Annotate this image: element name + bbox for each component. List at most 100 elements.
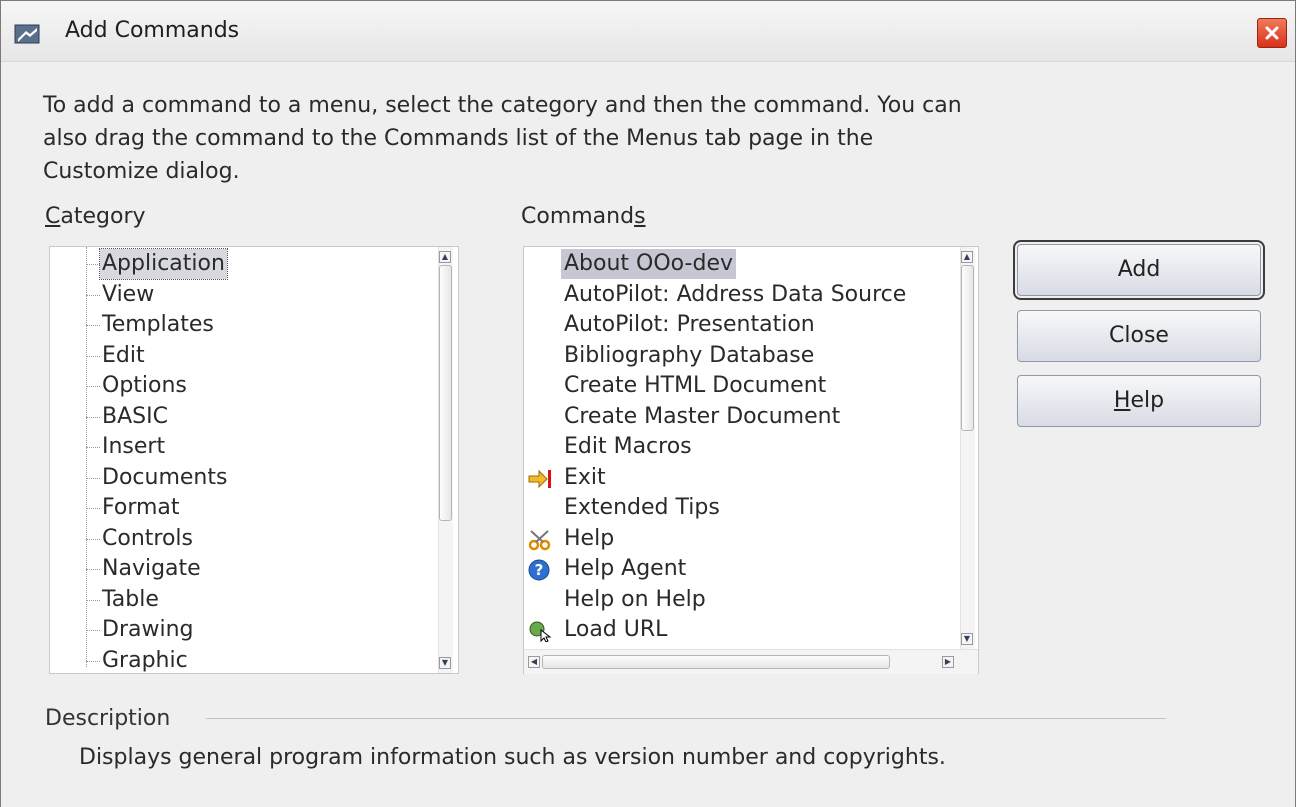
app-icon xyxy=(13,19,43,49)
description-divider xyxy=(206,718,1166,719)
tree-connector xyxy=(86,294,100,296)
tree-connector xyxy=(86,660,100,662)
window-title: Add Commands xyxy=(65,18,240,43)
category-item[interactable]: Controls xyxy=(50,524,450,554)
commands-vertical-scrollbar[interactable]: ▲ ▼ xyxy=(960,247,975,649)
category-item[interactable]: View xyxy=(50,280,450,310)
command-item[interactable]: Help on Help xyxy=(524,585,960,615)
command-item[interactable]: Help xyxy=(524,524,960,554)
category-item[interactable]: Templates xyxy=(50,310,450,340)
category-vertical-scrollbar[interactable]: ▲ ▼ xyxy=(438,247,453,673)
tree-connector xyxy=(86,386,100,387)
command-item[interactable]: Load URL xyxy=(524,615,960,645)
scroll-up-icon[interactable]: ▲ xyxy=(439,251,451,263)
category-item[interactable]: Options xyxy=(50,371,450,401)
category-item-label: Insert xyxy=(102,434,166,459)
category-item[interactable]: Documents xyxy=(50,463,450,493)
category-label: Category xyxy=(45,204,146,229)
tree-connector xyxy=(86,630,100,631)
add-commands-dialog: Add Commands To add a command to a menu,… xyxy=(0,0,1296,807)
tree-connector xyxy=(86,355,100,357)
category-item[interactable]: Table xyxy=(50,585,450,615)
command-item[interactable]: Create HTML Document xyxy=(524,371,960,401)
scissors-icon xyxy=(528,529,551,551)
category-item[interactable]: Graphic xyxy=(50,646,450,676)
category-item-label: Documents xyxy=(102,464,228,490)
command-item-label: Exit xyxy=(564,464,606,490)
category-item[interactable]: Insert xyxy=(50,432,450,462)
scroll-thumb[interactable] xyxy=(961,265,974,431)
category-item[interactable]: BASIC xyxy=(50,402,450,432)
tree-connector xyxy=(86,264,100,265)
command-item[interactable]: AutoPilot: Address Data Source xyxy=(524,280,960,310)
commands-label: Commands xyxy=(521,204,646,229)
close-icon xyxy=(1265,26,1279,40)
category-item-label: Drawing xyxy=(102,617,194,642)
help-button[interactable]: Help xyxy=(1017,375,1261,427)
description-text: Displays general program information suc… xyxy=(79,745,946,770)
category-item-label: Navigate xyxy=(102,556,201,581)
command-item-label: Bibliography Database xyxy=(564,342,815,368)
commands-horizontal-scrollbar[interactable]: ◀ ▶ xyxy=(524,649,978,674)
scroll-down-icon[interactable]: ▼ xyxy=(439,657,451,669)
category-item-label: View xyxy=(102,281,155,307)
category-item-label: Graphic xyxy=(102,647,188,673)
category-item-label: Format xyxy=(102,495,180,520)
scroll-down-icon[interactable]: ▼ xyxy=(961,633,973,645)
command-item-label: Create HTML Document xyxy=(564,373,827,398)
title-bar: Add Commands xyxy=(1,1,1295,62)
close-button[interactable]: Close xyxy=(1017,310,1261,362)
command-item-label: Help Agent xyxy=(564,556,687,581)
exit-arrow-icon xyxy=(528,468,551,490)
command-item[interactable]: ? Help Agent xyxy=(524,554,960,584)
tree-connector xyxy=(86,416,100,418)
command-item[interactable]: Exit xyxy=(524,463,960,493)
command-item-label: AutoPilot: Presentation xyxy=(564,312,815,337)
close-window-button[interactable] xyxy=(1257,18,1287,48)
category-item-label: Options xyxy=(102,373,187,398)
category-item[interactable]: Application xyxy=(50,248,450,280)
command-item-label: Extended Tips xyxy=(564,495,720,520)
tree-connector xyxy=(86,569,100,570)
tree-connector xyxy=(86,508,100,509)
help-question-icon: ? xyxy=(528,559,550,581)
add-button[interactable]: Add xyxy=(1013,240,1265,300)
category-item[interactable]: Edit xyxy=(50,341,450,371)
category-item-label: Application xyxy=(99,248,228,280)
category-item-label: Table xyxy=(102,586,159,612)
command-item-label: About OOo-dev xyxy=(561,249,736,279)
command-item[interactable]: Bibliography Database xyxy=(524,341,960,371)
category-item-label: Edit xyxy=(102,342,145,368)
scroll-left-icon[interactable]: ◀ xyxy=(528,656,540,668)
load-url-globe-icon xyxy=(528,620,552,643)
category-item[interactable]: Navigate xyxy=(50,554,450,584)
command-item-label: Create Master Document xyxy=(564,403,841,429)
command-item[interactable]: AutoPilot: Presentation xyxy=(524,310,960,340)
instruction-text: To add a command to a menu, select the c… xyxy=(43,93,962,184)
scroll-thumb[interactable] xyxy=(542,655,890,669)
command-item[interactable]: About OOo-dev xyxy=(524,249,960,279)
scroll-right-icon[interactable]: ▶ xyxy=(942,656,954,668)
commands-list[interactable]: About OOo-dev AutoPilot: Address Data Sou… xyxy=(523,246,979,674)
command-item[interactable]: Extended Tips xyxy=(524,493,960,523)
tree-connector xyxy=(86,447,100,448)
command-item-label: AutoPilot: Address Data Source xyxy=(564,281,907,307)
category-item[interactable]: Format xyxy=(50,493,450,523)
category-item[interactable]: Drawing xyxy=(50,615,450,645)
tree-connector xyxy=(86,538,100,540)
scroll-thumb[interactable] xyxy=(439,265,452,521)
tree-connector xyxy=(86,599,100,601)
tree-connector xyxy=(86,477,100,479)
command-item-label: Help xyxy=(564,525,615,551)
command-item-label: Edit Macros xyxy=(564,434,692,459)
command-item-label: Load URL xyxy=(564,617,668,642)
category-item-label: Templates xyxy=(102,312,214,337)
description-label: Description xyxy=(45,706,171,731)
category-item-label: Controls xyxy=(102,525,193,551)
command-item[interactable]: Create Master Document xyxy=(524,402,960,432)
command-item-label: Help on Help xyxy=(564,586,706,612)
command-item[interactable]: Edit Macros xyxy=(524,432,960,462)
category-list[interactable]: Application View Templates Edit Options BASIC… xyxy=(49,246,459,674)
scroll-up-icon[interactable]: ▲ xyxy=(961,251,973,263)
svg-text:?: ? xyxy=(535,561,544,579)
